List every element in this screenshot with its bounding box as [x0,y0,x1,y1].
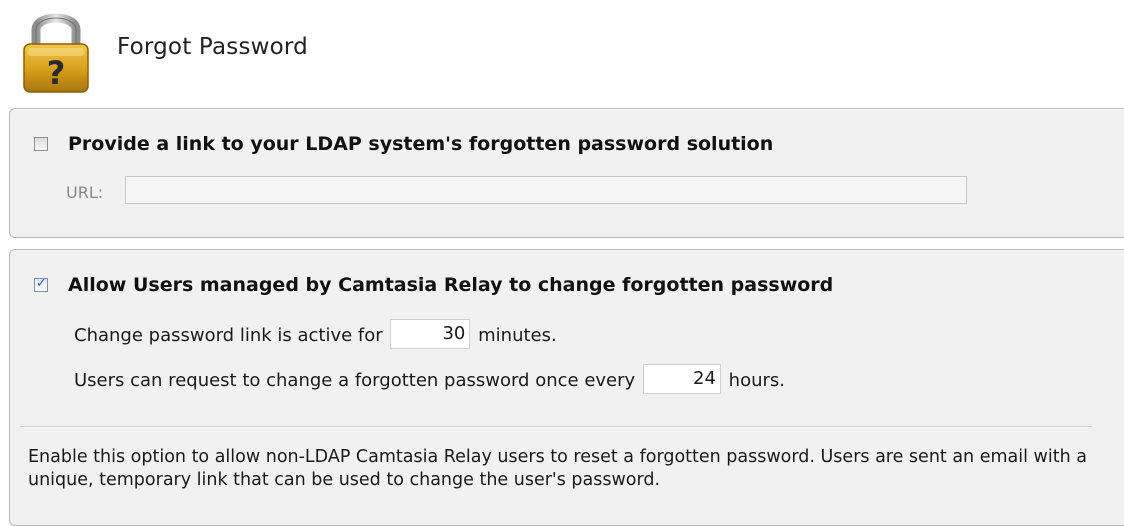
svg-text:?: ? [47,54,66,92]
relay-option-label: Allow Users managed by Camtasia Relay to… [68,274,834,296]
help-text: Enable this option to allow non-LDAP Cam… [28,447,1087,490]
padlock-question-icon: ? [23,13,89,93]
request-suffix: hours. [728,370,785,391]
page-header: ? Forgot Password [0,0,1124,100]
link-active-suffix: minutes. [478,325,557,346]
link-active-prefix: Change password link is active for [74,325,383,346]
request-prefix: Users can request to change a forgotten … [74,370,636,391]
link-active-row: Change password link is active for 30 mi… [74,319,557,349]
page-title: Forgot Password [117,34,308,60]
request-frequency-row: Users can request to change a forgotten … [74,364,785,394]
ldap-link-checkbox[interactable] [34,137,48,151]
ldap-option-label: Provide a link to your LDAP system's for… [68,133,774,155]
divider [20,426,1092,427]
url-input[interactable] [125,176,967,204]
relay-change-password-checkbox[interactable]: ✓ [34,276,48,292]
checkmark-icon: ✓ [36,276,47,291]
request-hours-input[interactable]: 24 [642,364,721,394]
link-active-minutes-input[interactable]: 30 [390,319,471,349]
ldap-option-panel: Provide a link to your LDAP system's for… [9,108,1124,238]
relay-option-panel: ✓ Allow Users managed by Camtasia Relay … [9,249,1124,526]
url-label: URL: [66,183,104,202]
